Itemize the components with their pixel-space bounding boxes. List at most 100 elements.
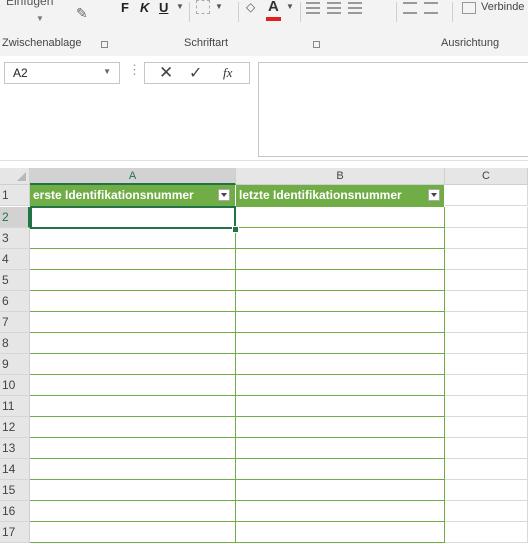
chevron-down-icon[interactable]: ▼	[103, 67, 111, 76]
align-left-icon[interactable]	[306, 2, 320, 14]
cell-a13[interactable]	[30, 438, 236, 459]
chevron-down-icon[interactable]: ▼	[176, 2, 184, 11]
cell-c15[interactable]	[445, 480, 528, 501]
cell-a17[interactable]	[30, 522, 236, 543]
cell-a15[interactable]	[30, 480, 236, 501]
row-header-5[interactable]: 5	[0, 270, 30, 291]
cell-c8[interactable]	[445, 333, 528, 354]
cell-c6[interactable]	[445, 291, 528, 312]
border-icon[interactable]	[196, 0, 210, 14]
row-header-14[interactable]: 14	[0, 459, 30, 480]
cell-a6[interactable]	[30, 291, 236, 312]
row-header-3[interactable]: 3	[0, 228, 30, 249]
row-header-13[interactable]: 13	[0, 438, 30, 459]
cell-a5[interactable]	[30, 270, 236, 291]
paste-button[interactable]: Einfügen	[6, 0, 53, 8]
cell-b14[interactable]	[236, 459, 445, 480]
row-header-16[interactable]: 16	[0, 501, 30, 522]
underline-button[interactable]: U	[159, 0, 168, 15]
cell-c4[interactable]	[445, 249, 528, 270]
filter-dropdown-icon[interactable]	[218, 189, 230, 201]
name-box[interactable]: A2 ▼	[4, 62, 120, 84]
fill-handle[interactable]	[232, 226, 239, 233]
row-header-12[interactable]: 12	[0, 417, 30, 438]
cell-a8[interactable]	[30, 333, 236, 354]
italic-button[interactable]: K	[140, 0, 149, 15]
cell-c12[interactable]	[445, 417, 528, 438]
row-header-2[interactable]: 2	[0, 207, 30, 228]
cell-c9[interactable]	[445, 354, 528, 375]
cell-b9[interactable]	[236, 354, 445, 375]
cell-b13[interactable]	[236, 438, 445, 459]
cell-b16[interactable]	[236, 501, 445, 522]
cell-b5[interactable]	[236, 270, 445, 291]
cell-c5[interactable]	[445, 270, 528, 291]
cell-c7[interactable]	[445, 312, 528, 333]
row-header-7[interactable]: 7	[0, 312, 30, 333]
cell-b15[interactable]	[236, 480, 445, 501]
format-painter-icon[interactable]: ✎	[76, 5, 88, 22]
cell-b4[interactable]	[236, 249, 445, 270]
row-header-11[interactable]: 11	[0, 396, 30, 417]
align-center-icon[interactable]	[327, 2, 341, 14]
cell-b17[interactable]	[236, 522, 445, 543]
decrease-indent-icon[interactable]	[403, 2, 417, 14]
formula-input[interactable]	[258, 62, 528, 157]
column-header-c[interactable]: C	[445, 168, 528, 185]
table-header-cell[interactable]: letzte Identifikationsnummer	[236, 185, 445, 207]
cell-b7[interactable]	[236, 312, 445, 333]
dialog-launcher-icon[interactable]	[313, 41, 320, 48]
row-header-1[interactable]: 1	[0, 185, 30, 206]
select-all-corner[interactable]	[0, 168, 30, 185]
dialog-launcher-icon[interactable]	[101, 41, 108, 48]
align-right-icon[interactable]	[348, 2, 362, 14]
cell-b8[interactable]	[236, 333, 445, 354]
cell-a3[interactable]	[30, 228, 236, 249]
cell-b12[interactable]	[236, 417, 445, 438]
chevron-down-icon[interactable]: ▼	[215, 2, 223, 11]
insert-function-button[interactable]: fx	[223, 65, 232, 81]
cell-a12[interactable]	[30, 417, 236, 438]
row-header-10[interactable]: 10	[0, 375, 30, 396]
column-header-b[interactable]: B	[236, 168, 445, 185]
row-header-8[interactable]: 8	[0, 333, 30, 354]
cell-c14[interactable]	[445, 459, 528, 480]
cell-a4[interactable]	[30, 249, 236, 270]
font-color-button[interactable]: A	[268, 0, 279, 15]
cell-b6[interactable]	[236, 291, 445, 312]
table-header-cell[interactable]: erste Identifikationsnummer	[30, 185, 236, 207]
column-header-a[interactable]: A	[30, 168, 236, 185]
cell-c1[interactable]	[445, 185, 528, 206]
row-header-4[interactable]: 4	[0, 249, 30, 270]
cell-b11[interactable]	[236, 396, 445, 417]
filter-dropdown-icon[interactable]	[428, 189, 440, 201]
merge-cells-icon[interactable]	[462, 2, 476, 14]
cell-a16[interactable]	[30, 501, 236, 522]
cancel-icon[interactable]: ✕	[159, 63, 173, 83]
active-cell-border[interactable]	[30, 206, 236, 229]
chevron-down-icon[interactable]: ▼	[286, 2, 294, 11]
row-header-6[interactable]: 6	[0, 291, 30, 312]
cell-c11[interactable]	[445, 396, 528, 417]
enter-icon[interactable]: ✓	[189, 63, 202, 83]
cell-b10[interactable]	[236, 375, 445, 396]
formula-bar-grip-icon[interactable]: ⋮	[128, 62, 141, 78]
cell-c10[interactable]	[445, 375, 528, 396]
chevron-down-icon[interactable]: ▼	[36, 14, 44, 23]
cell-a14[interactable]	[30, 459, 236, 480]
cell-c13[interactable]	[445, 438, 528, 459]
cell-c17[interactable]	[445, 522, 528, 543]
cell-c2[interactable]	[445, 207, 528, 228]
cell-b2[interactable]	[236, 207, 445, 228]
increase-indent-icon[interactable]	[424, 2, 438, 14]
fill-color-icon[interactable]: ◇	[246, 0, 255, 14]
cell-a9[interactable]	[30, 354, 236, 375]
cell-a10[interactable]	[30, 375, 236, 396]
cell-a11[interactable]	[30, 396, 236, 417]
cell-a7[interactable]	[30, 312, 236, 333]
bold-button[interactable]: F	[121, 0, 129, 15]
row-header-17[interactable]: 17	[0, 522, 30, 543]
cell-b3[interactable]	[236, 228, 445, 249]
cell-c3[interactable]	[445, 228, 528, 249]
merge-cells-button[interactable]: Verbinde	[481, 1, 524, 13]
